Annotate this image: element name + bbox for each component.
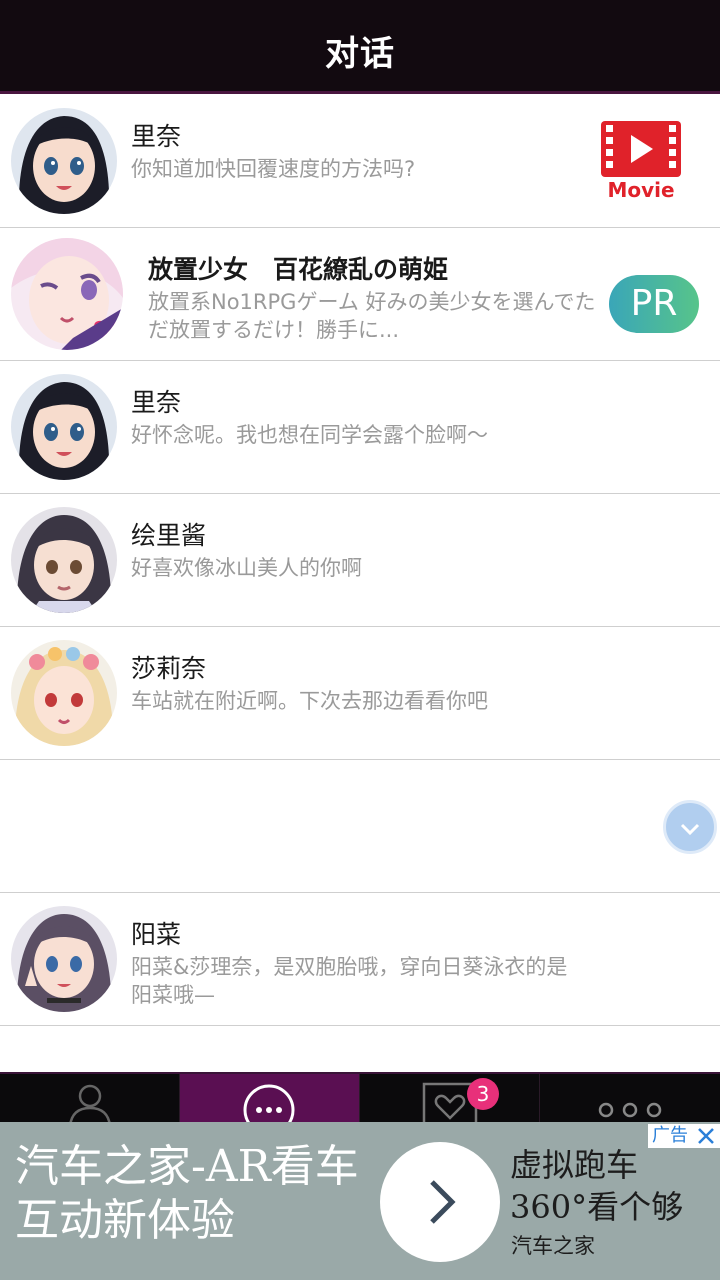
notification-badge: 3 [467, 1078, 499, 1110]
last-message: 好怀念呢。我也想在同学会露个脸啊～ [131, 423, 488, 447]
contact-name: 放置少女 百花繚乱の萌姫 [148, 255, 449, 284]
conversation-row-eri[interactable]: 绘里酱 好喜欢像冰山美人的你啊 [0, 494, 720, 627]
conversation-row-rina[interactable]: 里奈 你知道加快回覆速度的方法吗? Movie [0, 95, 720, 228]
avatar [11, 238, 123, 350]
last-message: 放置系No1RPGゲーム 好みの美少女を選んでただ放置するだけ！勝手に... [148, 290, 596, 342]
avatar [11, 906, 117, 1012]
last-message: 阳菜&莎理奈，是双胞胎哦，穿向日葵泳衣的是阳菜哦— [131, 955, 568, 1007]
ad-title: 虚拟跑车360°看个够 [510, 1146, 684, 1226]
person-icon [68, 1084, 112, 1126]
contact-name: 绘里酱 [131, 521, 207, 550]
pr-badge[interactable]: PR [609, 275, 699, 333]
contact-name: 阳菜 [131, 920, 182, 949]
ad-tag-text: 广告 [652, 1125, 688, 1146]
ad-banner[interactable]: 汽车之家-AR看车互动新体验 虚拟跑车360°看个够 汽车之家 [0, 1122, 720, 1280]
close-icon[interactable] [696, 1126, 716, 1146]
contact-name: 里奈 [131, 388, 182, 417]
tab-more[interactable] [540, 1074, 720, 1126]
chevron-right-icon [430, 1180, 456, 1224]
bottom-tab-bar [0, 1072, 720, 1126]
avatar [11, 507, 117, 613]
ad-label: 广告 [648, 1124, 720, 1148]
ad-headline: 汽车之家-AR看车互动新体验 [15, 1141, 359, 1246]
tab-chat[interactable] [180, 1074, 360, 1126]
conversation-row-hina[interactable]: 阳菜 阳菜&莎理奈，是双胞胎哦，穿向日葵泳衣的是阳菜哦— [0, 893, 720, 1026]
conversation-row-sarina[interactable]: 莎莉奈 车站就在附近啊。下次去那边看看你吧 [0, 627, 720, 760]
empty-list-row [0, 760, 720, 893]
tab-favorites[interactable] [360, 1074, 540, 1126]
chat-bubble-icon [243, 1084, 295, 1126]
floating-assistant-button[interactable] [663, 800, 717, 854]
contact-name: 莎莉奈 [131, 654, 207, 683]
contact-name: 里奈 [131, 122, 182, 151]
more-dots-icon [598, 1102, 662, 1118]
ad-advertiser: 汽车之家 [511, 1234, 595, 1258]
movie-label: Movie [607, 178, 674, 201]
tab-contacts[interactable] [0, 1074, 180, 1126]
movie-icon[interactable]: Movie [598, 121, 684, 202]
chevron-down-icon [680, 823, 700, 836]
last-message: 车站就在附近啊。下次去那边看看你吧 [131, 689, 488, 713]
ad-arrow-button[interactable] [380, 1142, 500, 1262]
page-title: 对话 [325, 34, 395, 74]
conversation-row-rina-2[interactable]: 里奈 好怀念呢。我也想在同学会露个脸啊～ [0, 361, 720, 494]
last-message: 好喜欢像冰山美人的你啊 [131, 556, 362, 580]
last-message: 你知道加快回覆速度的方法吗? [131, 157, 416, 181]
heart-box-icon [422, 1082, 478, 1126]
avatar [11, 374, 117, 480]
avatar [11, 640, 117, 746]
avatar [11, 108, 117, 214]
top-bar: 对话 [0, 0, 720, 94]
